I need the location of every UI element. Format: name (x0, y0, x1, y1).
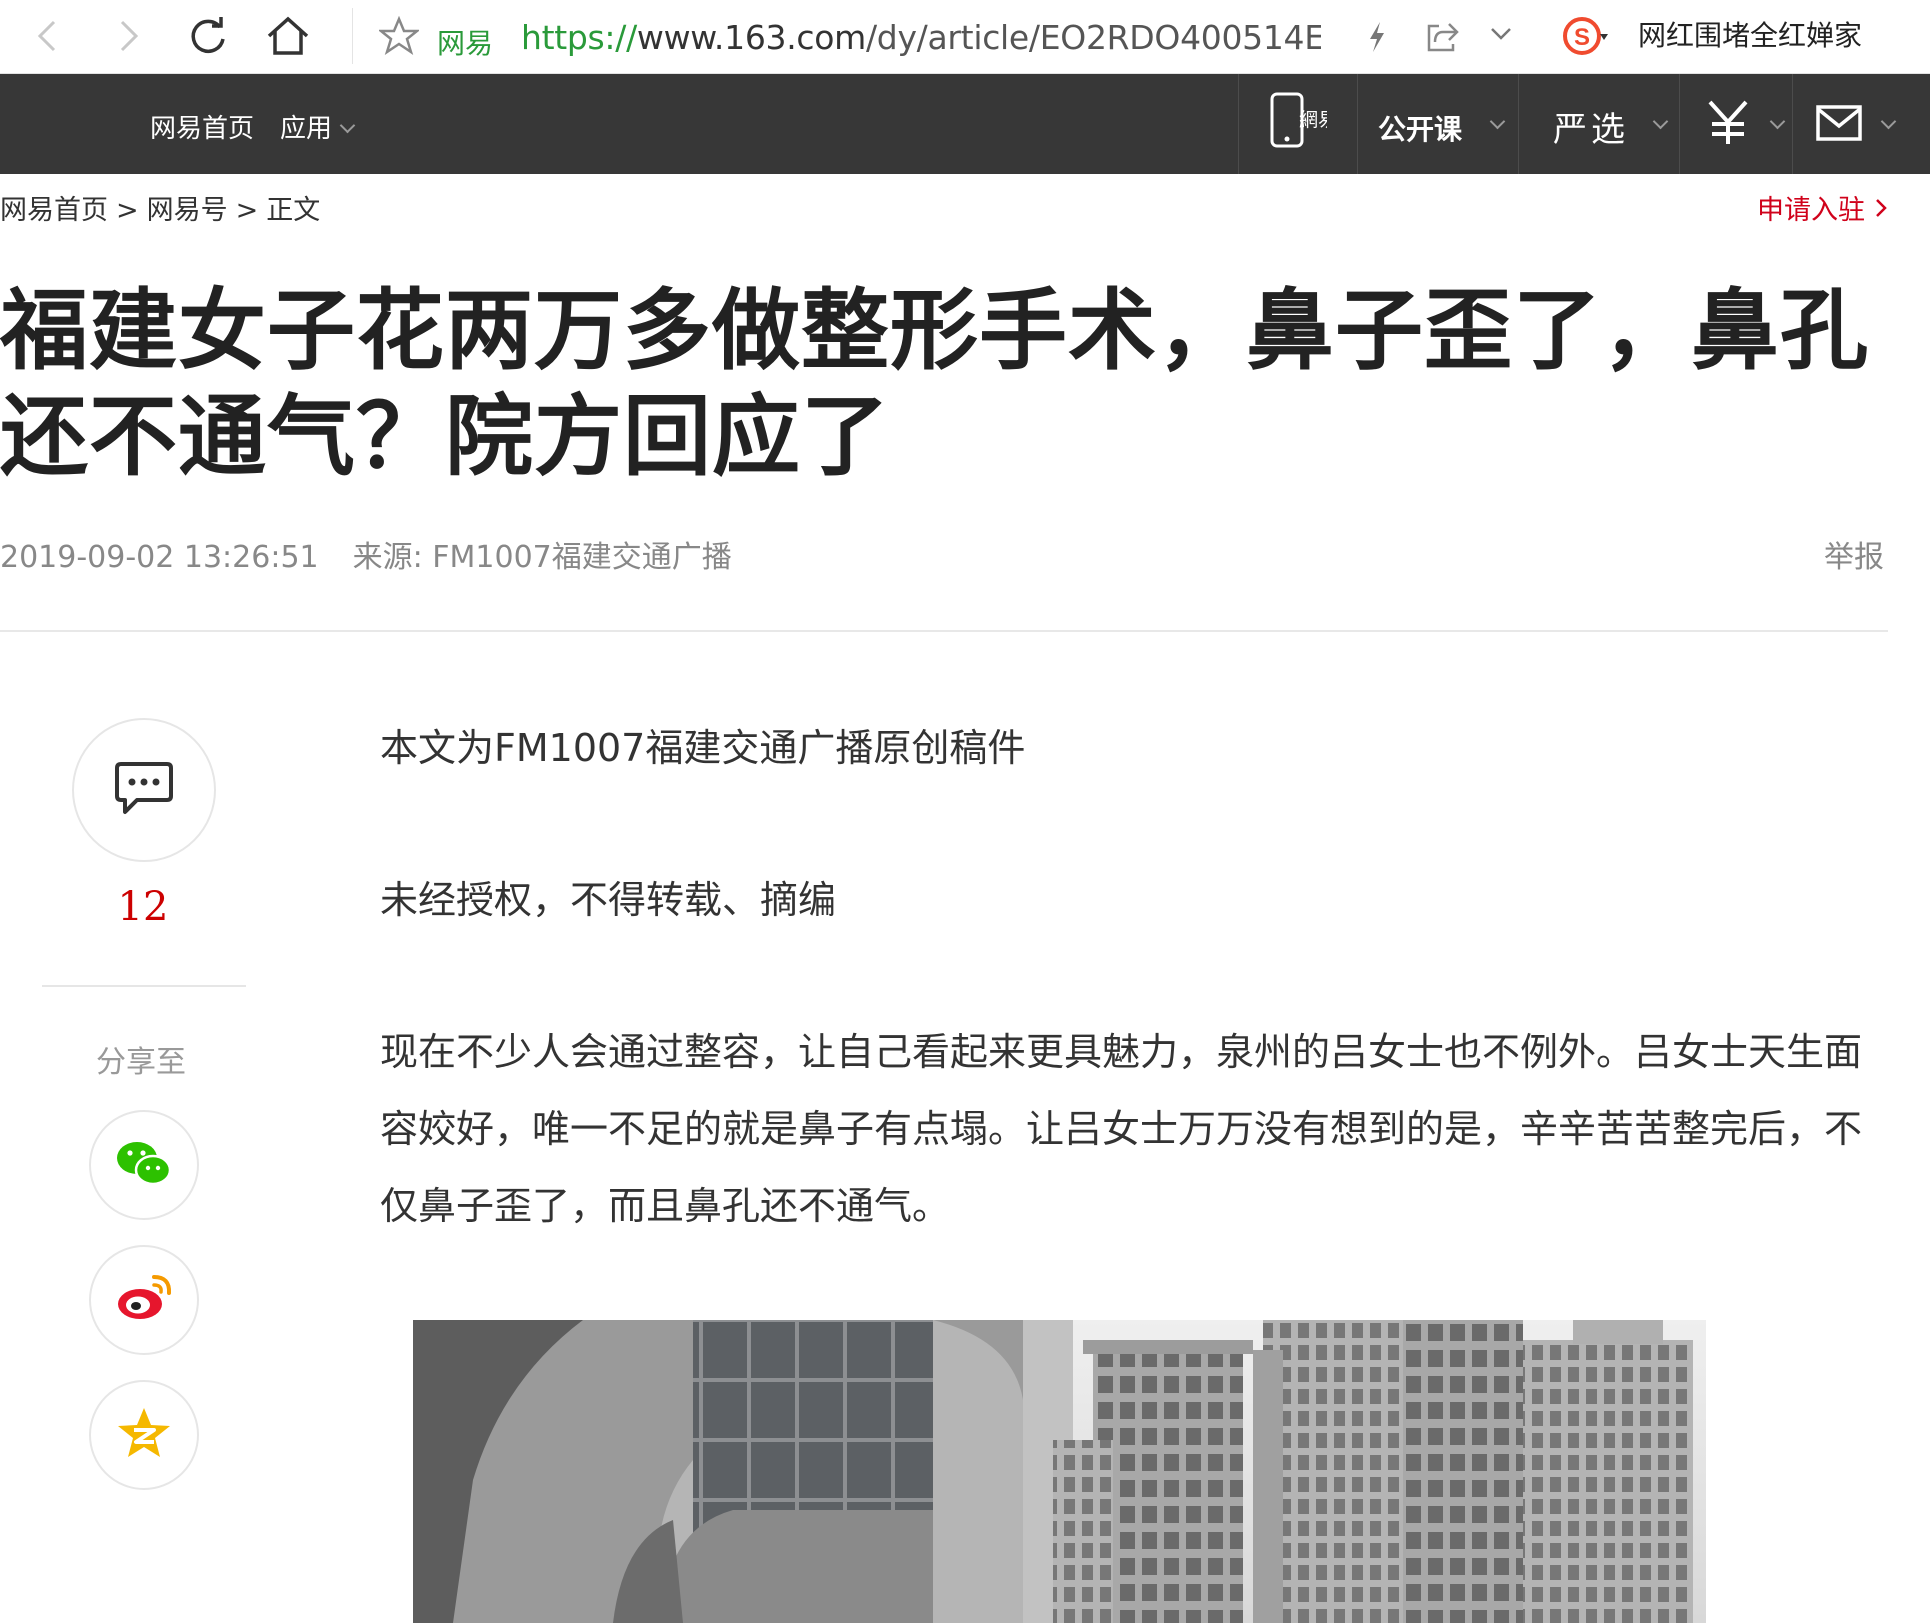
dropdown-icon[interactable] (1489, 24, 1513, 48)
lightning-icon[interactable] (1366, 20, 1388, 58)
browser-toolbar: 网易 https://www.163.com/dy/article/EO2RDO… (0, 0, 1930, 74)
nav-home-link[interactable]: 网易首页 (150, 108, 254, 145)
nav-open-course-label: 公开课 (1378, 114, 1463, 145)
article-photo (413, 1320, 1706, 1623)
share-icon[interactable] (1425, 20, 1461, 58)
svg-text:S: S (1574, 24, 1590, 51)
chevron-down-icon (1769, 113, 1786, 130)
url-text[interactable]: https://www.163.com/dy/article/EO2RDO400… (521, 18, 1321, 57)
nav-mail[interactable] (1792, 74, 1930, 174)
apply-join-link[interactable]: 申请入驻 (1757, 188, 1888, 227)
nav-yanxuan[interactable]: 严选 (1518, 74, 1679, 174)
chevron-down-icon (339, 117, 356, 134)
star-icon[interactable] (377, 15, 421, 60)
article-title: 福建女子花两万多做整形手术，鼻子歪了，鼻孔还不通气？院方回应了 (0, 279, 1870, 488)
chevron-down-icon (1489, 113, 1506, 130)
mail-icon (1815, 104, 1863, 146)
comment-button[interactable] (72, 718, 216, 862)
share-weibo-button[interactable] (89, 1245, 199, 1355)
yen-icon (1706, 98, 1750, 150)
nav-pay[interactable] (1679, 74, 1792, 174)
search-query[interactable]: 网红围堵全红婵家 (1638, 14, 1862, 54)
chevron-down-icon (1880, 113, 1897, 130)
home-icon[interactable] (264, 12, 312, 60)
nav-yanxuan-label: 严选 (1553, 110, 1629, 150)
site-nav: 网易首页 应用 網易 公开课 严选 (0, 74, 1930, 174)
article-meta: 2019-09-02 13:26:51 来源: FM1007福建交通广播 (0, 532, 732, 576)
site-name: 网易 (437, 27, 494, 60)
article-paragraph: 未经授权，不得转载、摘编 (380, 878, 837, 922)
divider (42, 985, 246, 987)
reload-icon[interactable] (184, 12, 232, 60)
back-icon[interactable] (24, 12, 72, 60)
share-wechat-button[interactable] (89, 1110, 199, 1220)
breadcrumb-item-current: 正文 (266, 195, 321, 226)
article-source[interactable]: 来源: FM1007福建交通广播 (353, 540, 732, 575)
nav-apps-menu[interactable]: 应用 (280, 108, 356, 145)
comment-count[interactable]: 12 (116, 884, 170, 930)
buildings-photo (413, 1320, 1706, 1623)
weibo-icon (114, 1273, 174, 1327)
report-link[interactable]: 举报 (1824, 532, 1884, 576)
qzone-icon (116, 1406, 172, 1464)
sogou-icon[interactable]: S (1562, 14, 1610, 58)
nav-apps-label: 应用 (280, 114, 333, 144)
mobile-logo-text: 網易 (1299, 109, 1327, 131)
apply-join-label: 申请入驻 (1757, 195, 1865, 226)
url-scheme: https:// (521, 18, 637, 57)
breadcrumb-separator: > (235, 195, 259, 226)
nav-open-course[interactable]: 公开课 (1357, 74, 1518, 174)
article-paragraph: 本文为FM1007福建交通广播原创稿件 (380, 726, 1026, 770)
breadcrumb-item-netease-account[interactable]: 网易号 (147, 195, 228, 226)
article-paragraph: 现在不少人会通过整容，让自己看起来更具魅力，泉州的吕女士也不例外。吕女士天生面容… (380, 1030, 1863, 1228)
breadcrumb-item-home[interactable]: 网易首页 (0, 195, 108, 226)
chevron-down-icon (1652, 113, 1669, 130)
nav-mobile[interactable]: 網易 (1238, 74, 1357, 174)
chevron-right-icon (1874, 195, 1888, 226)
divider (0, 630, 1888, 632)
article-datetime: 2019-09-02 13:26:51 (0, 540, 319, 575)
forward-icon[interactable] (104, 12, 152, 60)
wechat-icon (115, 1138, 173, 1192)
url-host: www.163.com (636, 18, 866, 57)
mobile-icon: 網易 (1269, 92, 1337, 152)
share-qzone-button[interactable] (89, 1380, 199, 1490)
url-path: /dy/article/EO2RDO400514E37S. (865, 18, 1321, 57)
comment-icon (113, 760, 175, 820)
share-label: 分享至 (96, 1045, 186, 1080)
address-bar[interactable]: 网易 https://www.163.com/dy/article/EO2RDO… (352, 8, 1548, 64)
breadcrumb-separator: > (116, 195, 139, 226)
breadcrumb: 网易首页 > 网易号 > 正文 (0, 188, 320, 227)
